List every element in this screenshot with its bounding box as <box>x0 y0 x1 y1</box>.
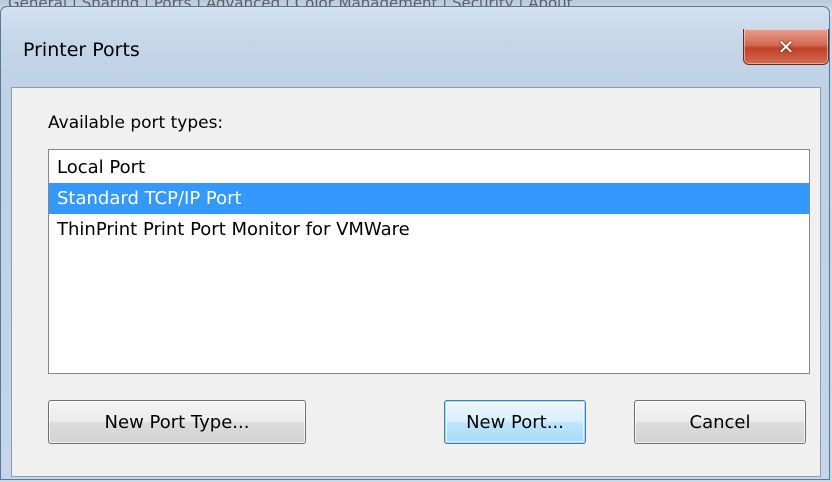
printer-ports-dialog: Printer Ports ✕ Available port types: Lo… <box>0 6 830 480</box>
dialog-title: Printer Ports <box>23 39 140 61</box>
close-button[interactable]: ✕ <box>743 29 829 65</box>
available-port-types-label: Available port types: <box>48 113 224 133</box>
port-item-standard-tcp-ip[interactable]: Standard TCP/IP Port <box>49 183 809 214</box>
port-item-local-port[interactable]: Local Port <box>49 152 809 183</box>
port-types-listbox[interactable]: Local Port Standard TCP/IP Port ThinPrin… <box>48 149 810 374</box>
dialog-client-area: Available port types: Local Port Standar… <box>11 87 821 477</box>
new-port-type-button[interactable]: New Port Type... <box>48 400 306 444</box>
port-item-thinprint-monitor[interactable]: ThinPrint Print Port Monitor for VMWare <box>49 214 809 245</box>
new-port-button[interactable]: New Port... <box>444 400 586 444</box>
close-icon: ✕ <box>777 34 795 59</box>
cancel-button[interactable]: Cancel <box>634 400 806 444</box>
